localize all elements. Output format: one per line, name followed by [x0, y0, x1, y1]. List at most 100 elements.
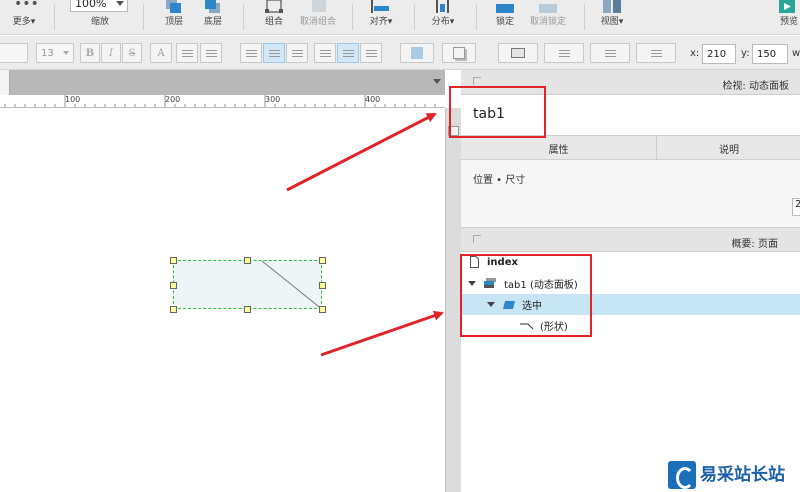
inspector-title: 检视: 动态面板 — [722, 81, 789, 92]
arrow-style-button[interactable] — [636, 43, 676, 63]
group-label: 组合 — [264, 17, 283, 27]
valign-bottom-button[interactable] — [360, 43, 382, 63]
dynamic-panel-widget[interactable] — [173, 260, 323, 310]
resize-handle[interactable] — [319, 282, 326, 289]
tab-notes[interactable]: 说明 — [658, 136, 800, 160]
align-left-icon — [245, 52, 257, 54]
x-label: x: — [690, 48, 700, 59]
align-icon — [371, 0, 389, 13]
valign-middle-icon — [342, 52, 354, 54]
arrow-style-icon — [650, 52, 662, 54]
font-family-select[interactable] — [0, 43, 28, 63]
annotation-box-outline — [460, 254, 592, 337]
more-dots-icon: ••• — [14, 0, 39, 12]
format-toolbar: 13 B I S A x: 210 y: 150 w — [0, 36, 800, 70]
line-color-icon — [511, 48, 525, 58]
unlock-icon — [539, 4, 557, 13]
line-style-button[interactable] — [590, 43, 630, 63]
ungroup-button[interactable]: 取消组合 — [296, 0, 340, 34]
y-input[interactable]: 150 — [752, 44, 788, 64]
zoom-control[interactable]: 100% 缩放 — [70, 0, 130, 34]
strikethrough-label: S — [128, 47, 136, 59]
size-value: 2 — [795, 199, 800, 210]
valign-bottom-icon — [365, 52, 377, 54]
font-color-button[interactable]: A — [150, 43, 172, 63]
site-watermark: 易采站长站 — [666, 458, 800, 492]
tab-properties[interactable]: 属性 — [461, 136, 657, 160]
line-width-icon — [558, 52, 570, 54]
size-input[interactable]: 2 — [792, 198, 800, 216]
resize-handle[interactable] — [170, 306, 177, 313]
y-label: y: — [741, 48, 750, 59]
more-label: 更多▾ — [12, 17, 36, 27]
pin-icon[interactable] — [473, 235, 481, 243]
shape-diagonal-line — [261, 261, 323, 310]
lock-button[interactable]: 锁定 — [489, 0, 521, 34]
inspector-tabs: 属性 说明 — [461, 135, 800, 160]
ungroup-label: 取消组合 — [299, 17, 336, 27]
vertical-scrollbar[interactable] — [445, 108, 461, 492]
bullet-list-icon — [181, 52, 193, 54]
align-left-button[interactable] — [240, 43, 262, 63]
zoom-label: 缩放 — [90, 17, 109, 27]
valign-middle-button[interactable] — [337, 43, 359, 63]
font-size-value: 13 — [41, 47, 54, 59]
resize-handle[interactable] — [170, 282, 177, 289]
fill-color-icon — [411, 47, 423, 59]
x-input[interactable]: 210 — [702, 44, 736, 64]
position-size-section[interactable]: 位置 • 尺寸 — [473, 171, 525, 186]
bold-label: B — [85, 47, 95, 59]
tab-notes-label: 说明 — [719, 144, 739, 156]
tab-menu-icon[interactable] — [433, 79, 441, 84]
view-icon — [603, 0, 621, 13]
group-icon — [265, 0, 283, 13]
align-label: 对齐▾ — [369, 17, 393, 27]
main-toolbar: ••• 更多▾ 100% 缩放 顶层 底层 组合 取消组合 对齐▾ 分布▾ 锁定 — [0, 0, 800, 35]
list-button[interactable] — [200, 43, 222, 63]
resize-handle[interactable] — [244, 257, 251, 264]
preview-button[interactable]: 预览 — [774, 0, 800, 34]
preview-label: 预览 — [779, 17, 798, 27]
zoom-value: 100% — [75, 0, 107, 10]
resize-handle[interactable] — [170, 257, 177, 264]
ungroup-icon — [312, 0, 326, 12]
zoom-select[interactable]: 100% — [70, 0, 128, 12]
view-button[interactable]: 视图▾ — [596, 0, 628, 34]
align-button[interactable]: 对齐▾ — [365, 0, 397, 34]
lock-icon — [496, 4, 514, 13]
lock-label: 锁定 — [495, 17, 514, 27]
resize-handle[interactable] — [319, 306, 326, 313]
send-to-back-button[interactable]: 底层 — [197, 0, 229, 34]
line-width-button[interactable] — [544, 43, 584, 63]
more-button[interactable]: ••• 更多▾ — [6, 0, 42, 34]
unlock-button[interactable]: 取消锁定 — [526, 0, 570, 34]
bullet-button[interactable] — [176, 43, 198, 63]
annotation-box-name — [449, 86, 546, 138]
page-tab-strip — [0, 70, 445, 95]
italic-label: I — [109, 47, 113, 59]
resize-handle[interactable] — [244, 306, 251, 313]
page-tab[interactable] — [0, 70, 10, 95]
properties-body: 位置 • 尺寸 2 — [461, 160, 800, 227]
font-size-select[interactable]: 13 — [36, 43, 74, 63]
bold-button[interactable]: B — [80, 43, 100, 63]
shadow-button[interactable] — [442, 43, 476, 63]
strikethrough-button[interactable]: S — [122, 43, 142, 63]
italic-button[interactable]: I — [101, 43, 121, 63]
distribute-button[interactable]: 分布▾ — [427, 0, 459, 34]
group-button[interactable]: 组合 — [258, 0, 290, 34]
valign-top-button[interactable] — [314, 43, 336, 63]
play-icon — [779, 0, 795, 13]
outline-title: 概要: 页面 — [731, 239, 778, 250]
resize-handle[interactable] — [319, 257, 326, 264]
pin-icon[interactable] — [473, 77, 481, 85]
align-center-button[interactable] — [263, 43, 285, 63]
chevron-down-icon — [116, 1, 124, 6]
bring-to-front-icon — [166, 0, 181, 13]
send-to-back-icon — [205, 0, 220, 13]
align-right-button[interactable] — [286, 43, 308, 63]
fill-color-button[interactable] — [400, 43, 434, 63]
horizontal-ruler: 100 200 300 400 — [0, 95, 445, 108]
bring-to-front-button[interactable]: 顶层 — [158, 0, 190, 34]
line-color-button[interactable] — [498, 43, 538, 63]
